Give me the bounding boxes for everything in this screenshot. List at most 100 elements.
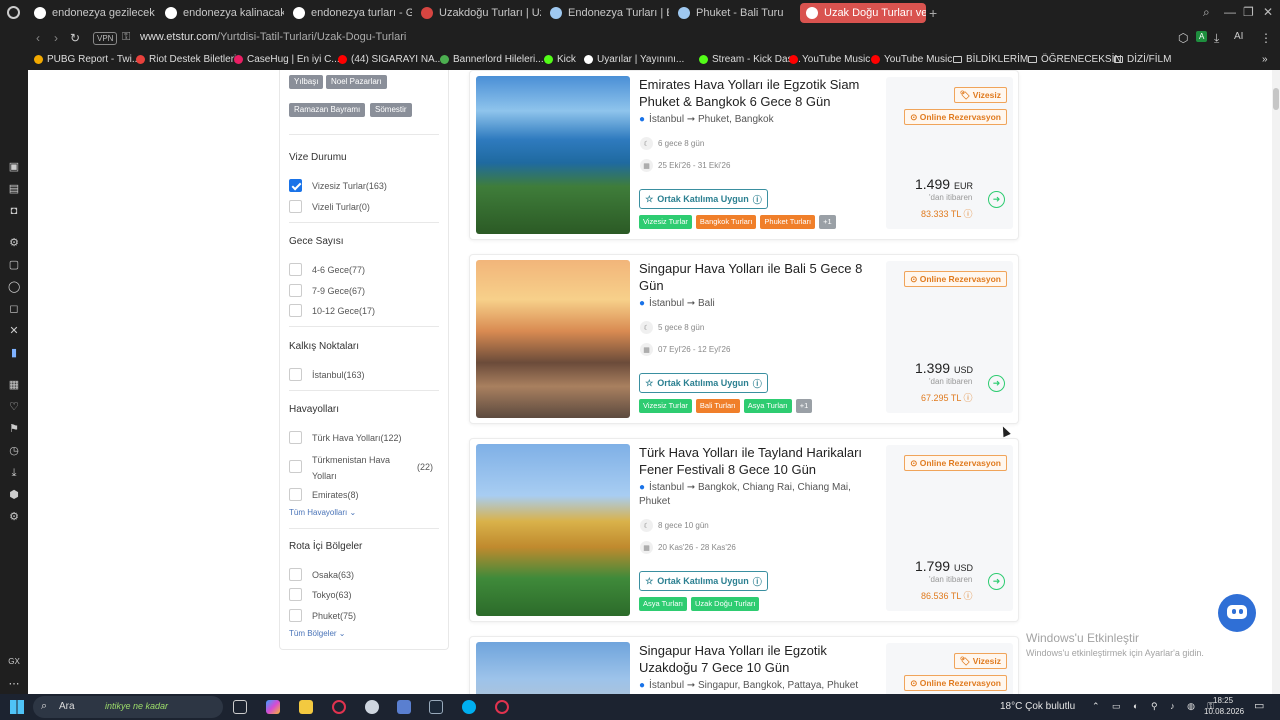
tab[interactable]: endonezya gezilecek yerle [28, 3, 156, 23]
steam-icon[interactable] [429, 700, 443, 714]
tour-title[interactable]: Singapur Hava Yolları ile Bali 5 Gece 8 … [639, 260, 879, 294]
all-airlines-link[interactable]: Tüm Havayolları ⌄ [289, 508, 356, 517]
joint-participation-button[interactable]: ☆ Ortak Katılıma Uygun ⓘ [639, 571, 768, 591]
tour-title[interactable]: Singapur Hava Yolları ile Egzotik Uzakdo… [639, 642, 879, 676]
vpn-badge[interactable]: VPN [93, 32, 118, 45]
bookmark-item[interactable]: YouTube Music [789, 54, 870, 65]
more-bookmarks-icon[interactable]: » [1262, 54, 1268, 65]
twitch-icon[interactable]: ▣ [8, 161, 20, 173]
task-view-icon[interactable] [233, 700, 247, 714]
airline-checkbox[interactable] [289, 431, 302, 444]
tag[interactable]: Phuket Turları [760, 215, 816, 229]
extensions-icon[interactable]: ⬡ [1178, 31, 1188, 45]
news-icon[interactable]: ▤ [8, 183, 20, 195]
bookmark-item[interactable]: Stream - Kick Das... [699, 54, 801, 65]
tab[interactable]: Phuket - Bali Turu [672, 3, 796, 23]
tag[interactable]: Asya Turları [743, 399, 792, 413]
filter-chip[interactable]: Ramazan Bayramı [289, 103, 366, 117]
pin-icon[interactable]: ⚑ [8, 423, 20, 435]
tray-icons[interactable]: ⌃ ▭ ◐ ⚲ ♪ ◍ ⚿ [1092, 701, 1219, 712]
close-button[interactable]: ✕ [1263, 5, 1273, 19]
tour-image-phuket[interactable] [476, 76, 630, 234]
scrollbar[interactable] [1272, 70, 1280, 694]
nights-checkbox[interactable] [289, 304, 302, 317]
reload-icon[interactable]: ↻ [70, 31, 80, 45]
visa-required-checkbox[interactable] [289, 200, 302, 213]
region-checkbox[interactable] [289, 609, 302, 622]
download-icon[interactable]: ⤓ [1214, 31, 1219, 46]
region-checkbox[interactable] [289, 568, 302, 581]
new-tab-button[interactable]: + [929, 5, 937, 21]
profile-icon[interactable]: A [1196, 31, 1208, 42]
copilot-icon[interactable] [266, 700, 280, 714]
tab-active[interactable]: Uzak Doğu Turları ve Fiyatl [800, 3, 926, 23]
app-icon[interactable]: ▮ [8, 347, 20, 359]
weather-widget[interactable]: 18°C Çok bulutlu [1000, 701, 1075, 712]
nights-checkbox[interactable] [289, 263, 302, 276]
filter-chip[interactable]: Yılbaşı [289, 75, 324, 89]
bookmark-item[interactable]: (44) SIGARAYI NA... [338, 54, 443, 65]
scrollbar-thumb[interactable] [1273, 88, 1279, 110]
joint-participation-button[interactable]: ☆ Ortak Katılıma Uygun ⓘ [639, 189, 768, 209]
tag[interactable]: Uzak Doğu Turları [691, 597, 760, 611]
tour-card[interactable]: Emirates Hava Yolları ile Egzotik Siam P… [469, 70, 1019, 240]
messenger-icon[interactable]: ◘ [8, 205, 20, 217]
tour-card[interactable]: Türk Hava Yolları ile Tayland Harikaları… [469, 438, 1019, 622]
bookmark-item[interactable]: Bannerlord Hileleri... [440, 54, 544, 65]
tour-image-singapore[interactable] [476, 642, 630, 694]
file-explorer-icon[interactable] [299, 700, 313, 714]
joint-participation-button[interactable]: ☆ Ortak Katılıma Uygun ⓘ [639, 373, 768, 393]
tour-image-bali[interactable] [476, 260, 630, 418]
filter-chip[interactable]: Sömestir [370, 103, 412, 117]
extensions-sidebar-icon[interactable]: ⬢ [8, 489, 20, 501]
tab[interactable]: Endonezya Turları | Endon [544, 3, 669, 23]
tour-card[interactable]: Singapur Hava Yolları ile Bali 5 Gece 8 … [469, 254, 1019, 424]
go-arrow-icon[interactable]: ➜ [988, 375, 1005, 392]
tab[interactable]: endonezya kalinacak yerle [159, 3, 284, 23]
skype-icon[interactable] [462, 700, 476, 714]
calculator-icon[interactable] [397, 700, 411, 714]
back-icon[interactable]: ‹ [36, 31, 40, 45]
browser-logo-icon[interactable] [7, 6, 20, 19]
tag-more[interactable]: +1 [795, 399, 813, 413]
tag[interactable]: Vizesiz Turlar [639, 399, 692, 413]
more-icon[interactable]: ⋯ [8, 678, 20, 690]
forward-icon[interactable]: › [54, 31, 58, 45]
tab[interactable]: Uzakdoğu Turları | Uzakdo [415, 3, 541, 23]
bookmark-item[interactable]: Uyarılar | Yayınını... [584, 54, 684, 65]
url-field[interactable]: www.etstur.com/Yurtdisi-Tatil-Turlari/Uz… [140, 31, 406, 43]
tour-title[interactable]: Türk Hava Yolları ile Tayland Harikaları… [639, 444, 879, 478]
gx-icon[interactable]: GX [8, 656, 20, 668]
visa-free-checkbox[interactable] [289, 179, 302, 192]
downloads-sidebar-icon[interactable]: ⤓ [8, 467, 20, 479]
sidebar-settings-icon[interactable]: ⚙ [8, 511, 20, 523]
bookmark-item[interactable]: PUBG Report - Twi... [34, 54, 140, 65]
settings-icon[interactable]: ⚙ [8, 237, 20, 249]
bookmark-item[interactable]: Kick [544, 54, 576, 65]
tab[interactable]: endonezya turları - Google [287, 3, 412, 23]
tag[interactable]: Bangkok Turları [695, 215, 757, 229]
bookmark-item[interactable]: DİZİ/FİLM [1114, 54, 1171, 65]
favorites-icon[interactable]: ♡ [8, 401, 20, 413]
x-icon[interactable]: ✕ [8, 325, 20, 337]
search-tabs-icon[interactable]: ⌕ [1203, 5, 1210, 20]
airline-checkbox[interactable] [289, 488, 302, 501]
opera-gx-icon[interactable] [332, 700, 346, 714]
tag[interactable]: Asya Turları [639, 597, 688, 611]
bookmark-item[interactable]: CaseHug | En iyi C... [234, 54, 340, 65]
notifications-icon[interactable]: ▭ [1254, 699, 1264, 712]
bookmark-item[interactable]: ÖĞRENECEKSİN [1028, 54, 1122, 65]
go-arrow-icon[interactable]: ➜ [988, 191, 1005, 208]
history-icon[interactable]: ◷ [8, 445, 20, 457]
tag-more[interactable]: +1 [819, 215, 836, 229]
all-regions-link[interactable]: Tüm Bölgeler ⌄ [289, 629, 346, 638]
departure-checkbox[interactable] [289, 368, 302, 381]
go-arrow-icon[interactable]: ➜ [988, 573, 1005, 590]
nights-checkbox[interactable] [289, 284, 302, 297]
chatbot-icon[interactable] [1218, 594, 1256, 632]
clock-time[interactable]: 18:25 [1213, 696, 1233, 705]
tour-title[interactable]: Emirates Hava Yolları ile Egzotik Siam P… [639, 76, 879, 110]
apps-grid-icon[interactable]: ▦ [8, 379, 20, 391]
maximize-button[interactable]: ❐ [1243, 5, 1254, 19]
instagram-icon[interactable]: ◻ [8, 303, 20, 315]
